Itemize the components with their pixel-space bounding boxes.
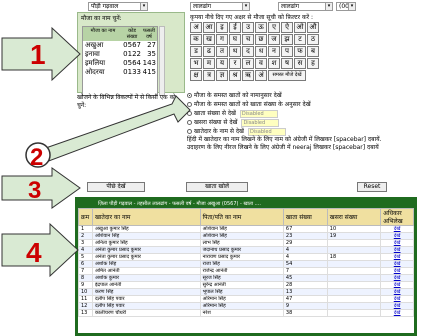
arrow-2-icon xyxy=(25,95,191,168)
annotation-number-1: 1 xyxy=(30,39,46,70)
annotation-overlay: 1 2 3 4 xyxy=(1,26,191,278)
annotation-number-3: 3 xyxy=(28,177,41,204)
annotation-number-4: 4 xyxy=(26,237,42,268)
annotation-number-2: 2 xyxy=(30,144,43,171)
